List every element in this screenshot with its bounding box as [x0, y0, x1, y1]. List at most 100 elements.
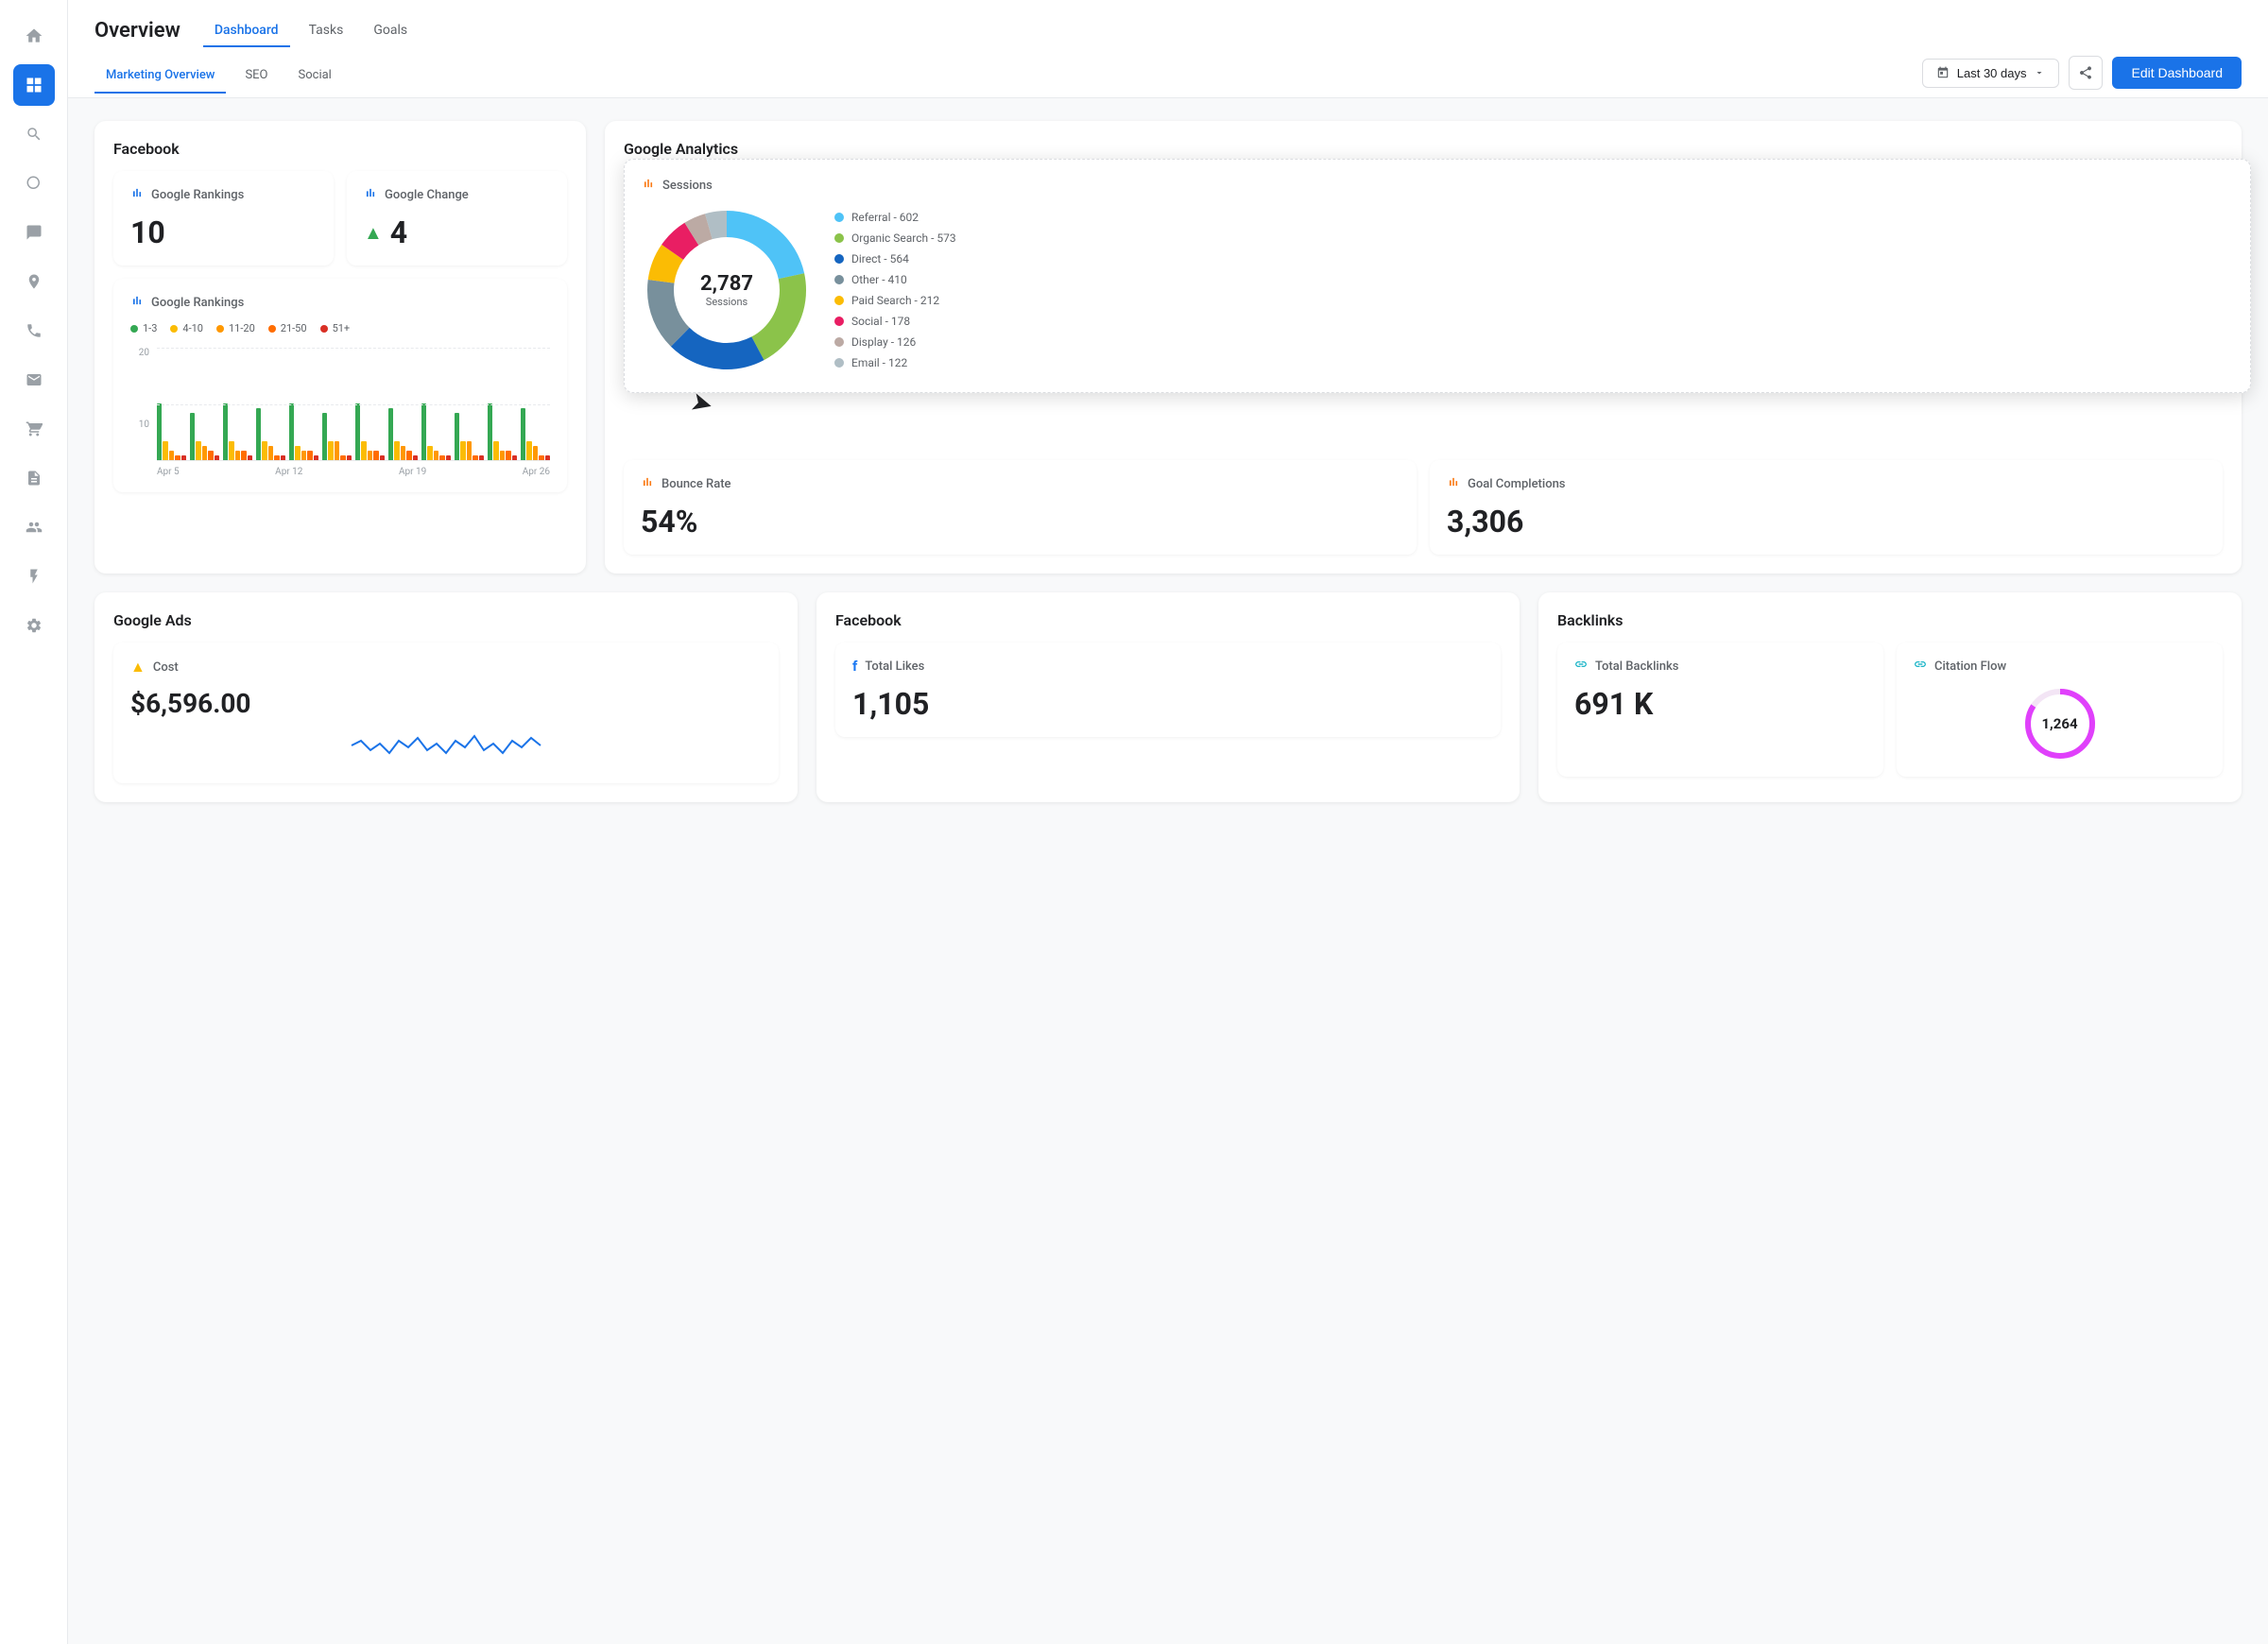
floating-arrow: ➤ — [687, 385, 716, 421]
chart-x-labels: Apr 5 Apr 12 Apr 19 Apr 26 — [157, 467, 550, 477]
tab-tasks[interactable]: Tasks — [298, 15, 355, 47]
ga-section-title: Google Analytics — [624, 140, 2223, 158]
nav-tabs: Dashboard Tasks Goals — [203, 15, 419, 46]
date-picker-label: Last 30 days — [1957, 66, 2027, 80]
sessions-icon — [642, 177, 655, 194]
arrow-up-icon: ▲ — [364, 221, 383, 245]
date-picker-button[interactable]: Last 30 days — [1922, 59, 2060, 88]
legend-referral: Referral - 602 — [851, 211, 919, 224]
chart-icon[interactable] — [13, 163, 55, 204]
goal-value: 3,306 — [1447, 504, 2206, 539]
rankings-chart-card: Google Rankings 1-3 4-10 11-20 21-50 51+… — [113, 279, 567, 492]
mail-icon[interactable] — [13, 359, 55, 401]
bar-chart-main: Apr 5 Apr 12 Apr 19 Apr 26 — [157, 348, 550, 477]
legend-display: Display - 126 — [851, 335, 916, 349]
total-likes-card: f Total Likes 1,105 — [835, 642, 1501, 737]
google-change-card: Google Change ▲ 4 — [347, 171, 567, 265]
donut-center: 2,787 Sessions — [700, 272, 753, 308]
compass-icon[interactable] — [13, 261, 55, 302]
citation-flow-label: Citation Flow — [1934, 659, 2006, 674]
people-icon[interactable] — [13, 506, 55, 548]
sessions-legend: Referral - 602 Organic Search - 573 Dire… — [834, 211, 956, 369]
page-title: Overview — [94, 19, 180, 43]
sessions-card: Sessions — [624, 159, 2251, 393]
chart-legend: 1-3 4-10 11-20 21-50 51+ — [130, 322, 550, 334]
ga-lower-row: Bounce Rate 54% Goal Completions — [624, 460, 2223, 555]
google-change-value: 4 — [390, 214, 407, 250]
sessions-total: 2,787 — [700, 272, 753, 296]
top-nav: Overview Dashboard Tasks Goals Marketing… — [68, 0, 2268, 98]
citation-link-icon — [1914, 658, 1927, 675]
backlinks-section: Backlinks Total Backlinks 691 K — [1538, 592, 2242, 802]
subtab-social[interactable]: Social — [287, 60, 343, 94]
legend-other: Other - 410 — [851, 273, 907, 286]
goal-label: Goal Completions — [1468, 477, 1566, 491]
y-axis: 20 10 — [130, 348, 149, 461]
bounce-rate-card: Bounce Rate 54% — [624, 460, 1417, 555]
sidebar — [0, 0, 68, 1644]
facebook-section: Facebook Google Rankings 10 — [94, 121, 586, 574]
top-section: Facebook Google Rankings 10 — [94, 121, 2242, 574]
facebook-ads-title: Facebook — [835, 611, 1501, 629]
legend-social: Social - 178 — [851, 315, 910, 328]
subtab-seo[interactable]: SEO — [233, 60, 279, 94]
google-ads-section: Google Ads ▲ Cost $6,596.00 — [94, 592, 798, 802]
dashboard-icon[interactable] — [13, 64, 55, 106]
sub-tabs: Marketing Overview SEO Social — [94, 60, 343, 94]
ga-lower-cards: Bounce Rate 54% Goal Completions — [624, 460, 2223, 555]
cost-card: ▲ Cost $6,596.00 — [113, 642, 779, 783]
rankings-chart-label: Google Rankings — [151, 296, 244, 310]
total-backlinks-value: 691 K — [1574, 686, 1866, 722]
chat-icon[interactable] — [13, 212, 55, 253]
phone-icon[interactable] — [13, 310, 55, 351]
google-ads-icon: ▲ — [130, 658, 146, 676]
legend-1-3: 1-3 — [143, 322, 157, 334]
facebook-icon: f — [852, 658, 857, 675]
cost-sparkline — [130, 727, 762, 768]
backlinks-inner: Total Backlinks 691 K Citation Flow — [1557, 642, 2223, 777]
subtab-marketing[interactable]: Marketing Overview — [94, 60, 226, 94]
cost-value: $6,596.00 — [130, 688, 762, 719]
facebook-section-title: Facebook — [113, 140, 567, 158]
bounce-icon — [641, 475, 654, 492]
bounce-value: 54% — [641, 504, 1400, 539]
google-analytics-section: Google Analytics Sessions — [605, 121, 2242, 574]
tab-goals[interactable]: Goals — [362, 15, 419, 47]
legend-21-50: 21-50 — [281, 322, 307, 334]
bar-chart-icon — [130, 186, 144, 203]
main-content: Overview Dashboard Tasks Goals Marketing… — [68, 0, 2268, 1644]
legend-email: Email - 122 — [851, 356, 907, 369]
likes-label: Total Likes — [865, 659, 924, 674]
total-backlinks-card: Total Backlinks 691 K — [1557, 642, 1883, 777]
bottom-section: Google Ads ▲ Cost $6,596.00 — [94, 592, 2242, 802]
google-rankings-card: Google Rankings 10 — [113, 171, 334, 265]
backlinks-title: Backlinks — [1557, 611, 2223, 629]
rankings-chart-icon — [130, 294, 144, 311]
legend-organic: Organic Search - 573 — [851, 231, 956, 245]
home-icon[interactable] — [13, 15, 55, 57]
citation-flow-circle: 1,264 — [1914, 686, 2206, 762]
google-ads-inner: ▲ Cost $6,596.00 — [113, 642, 779, 783]
legend-11-20: 11-20 — [229, 322, 255, 334]
google-rankings-label: Google Rankings — [151, 188, 244, 202]
citation-flow-card: Citation Flow 1,264 — [1897, 642, 2223, 777]
legend-direct: Direct - 564 — [851, 252, 909, 265]
sessions-donut-label: Sessions — [700, 296, 753, 308]
total-backlinks-label: Total Backlinks — [1595, 659, 1678, 674]
bar-chart-icon2 — [364, 186, 377, 203]
facebook-ads-inner: f Total Likes 1,105 — [835, 642, 1501, 737]
edit-dashboard-button[interactable]: Edit Dashboard — [2112, 57, 2242, 89]
settings-icon[interactable] — [13, 605, 55, 646]
file-icon[interactable] — [13, 457, 55, 499]
dashboard: Facebook Google Rankings 10 — [68, 98, 2268, 1644]
google-ads-title: Google Ads — [113, 611, 779, 629]
goal-icon — [1447, 475, 1460, 492]
facebook-ads-section: Facebook f Total Likes 1,105 — [816, 592, 1520, 802]
google-rankings-value: 10 — [130, 214, 317, 250]
share-button[interactable] — [2069, 56, 2103, 90]
plugin-icon[interactable] — [13, 556, 55, 597]
tab-dashboard[interactable]: Dashboard — [203, 15, 290, 47]
legend-51plus: 51+ — [333, 322, 351, 334]
search-icon[interactable] — [13, 113, 55, 155]
cart-icon[interactable] — [13, 408, 55, 450]
